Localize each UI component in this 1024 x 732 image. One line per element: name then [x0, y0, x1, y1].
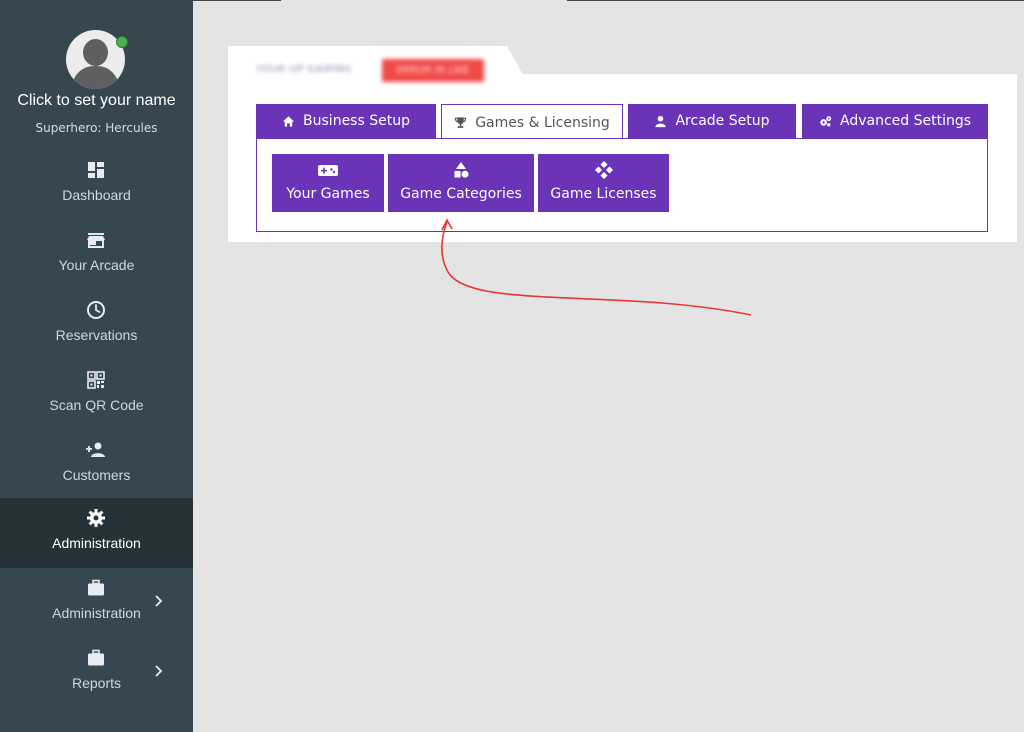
- profile-section: Click to set your name Superhero: Hercul…: [0, 0, 193, 150]
- gear-icon: [87, 509, 105, 527]
- tab-arcade-setup[interactable]: Arcade Setup: [628, 104, 796, 138]
- chevron-right-icon: [155, 595, 163, 607]
- chevron-right-icon: [155, 665, 163, 677]
- sidebar-item-administration[interactable]: Administration: [0, 498, 193, 568]
- home-icon: [282, 115, 295, 127]
- game-categories-button[interactable]: Game Categories: [388, 154, 534, 212]
- sidebar-item-administration-submenu[interactable]: Administration: [0, 568, 193, 638]
- subbutton-label: Game Categories: [400, 186, 522, 202]
- tab-label: Advanced Settings: [839, 113, 972, 129]
- sidebar-item-label: Dashboard: [62, 187, 131, 203]
- add-person-icon: [86, 442, 105, 457]
- your-games-button[interactable]: Your Games: [272, 154, 384, 212]
- tab-label: Arcade Setup: [675, 113, 770, 129]
- subbutton-label: Game Licenses: [550, 186, 657, 202]
- sidebar-item-label: Reservations: [55, 327, 138, 343]
- sidebar-item-reservations[interactable]: Reservations: [0, 290, 193, 360]
- sidebar: Click to set your name Superhero: Hercul…: [0, 0, 193, 732]
- sidebar-item-dashboard[interactable]: Dashboard: [0, 150, 193, 220]
- online-status-indicator: [116, 36, 128, 48]
- tab-label: Games & Licensing: [475, 114, 610, 131]
- qr-code-icon: [87, 371, 105, 389]
- trophy-icon: [455, 117, 467, 128]
- dashboard-icon: [88, 162, 104, 178]
- sidebar-item-label: Scan QR Code: [49, 397, 144, 413]
- status-badge: ERROR IN LIKE: [382, 59, 484, 82]
- profile-subtitle: Superhero: Hercules: [35, 121, 158, 135]
- top-edge-divider: [567, 0, 1024, 1]
- shapes-icon: [454, 162, 469, 178]
- tab-business-setup[interactable]: Business Setup: [256, 104, 436, 138]
- gamepad-icon: [318, 165, 338, 176]
- store-icon: [87, 233, 105, 248]
- sidebar-item-reports[interactable]: Reports: [0, 638, 193, 708]
- game-licenses-button[interactable]: Game Licenses: [538, 154, 669, 212]
- briefcase-icon: [88, 649, 104, 666]
- sidebar-item-label: Your Arcade: [58, 257, 135, 273]
- sidebar-item-label: Administration: [52, 535, 141, 551]
- user-icon: [655, 115, 667, 127]
- clock-icon: [87, 301, 105, 319]
- sidebar-item-your-arcade[interactable]: Your Arcade: [0, 220, 193, 290]
- tab-games-licensing[interactable]: Games & Licensing: [441, 104, 623, 140]
- sidebar-item-label: Customers: [62, 467, 131, 483]
- gears-icon: [820, 115, 832, 126]
- card-title: YOUR UP GAMING: [256, 64, 352, 75]
- sidebar-item-customers[interactable]: Customers: [0, 430, 193, 500]
- avatar-head-shape: [83, 39, 108, 66]
- sidebar-item-scan-qr-code[interactable]: Scan QR Code: [0, 360, 193, 430]
- card-header-tab-slope: [507, 46, 523, 75]
- tab-advanced-settings[interactable]: Advanced Settings: [802, 104, 988, 138]
- dpad-icon: [594, 161, 613, 179]
- subbutton-label: Your Games: [286, 186, 370, 202]
- tab-label: Business Setup: [303, 113, 410, 129]
- profile-name[interactable]: Click to set your name: [0, 92, 193, 110]
- avatar-body-shape: [72, 66, 119, 89]
- top-edge-divider: [193, 0, 281, 1]
- briefcase-icon: [88, 579, 104, 596]
